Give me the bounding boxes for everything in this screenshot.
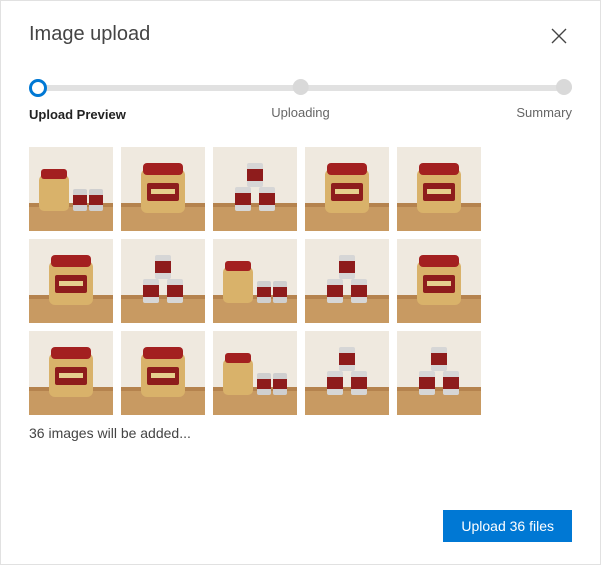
thumbnail[interactable] <box>29 331 113 415</box>
step-dot-active <box>29 79 47 97</box>
progress-stepper: Upload Preview Uploading Summary <box>29 79 572 129</box>
step-dot <box>556 79 572 95</box>
thumbnail[interactable] <box>29 239 113 323</box>
thumbnail[interactable] <box>305 147 389 231</box>
step-label: Summary <box>516 105 572 120</box>
step-dot <box>292 79 308 95</box>
step-uploading: Uploading <box>271 79 330 120</box>
thumbnail[interactable] <box>213 147 297 231</box>
thumbnail[interactable] <box>121 331 205 415</box>
dialog-footer: Upload 36 files <box>29 498 572 542</box>
thumbnail[interactable] <box>397 331 481 415</box>
thumbnail[interactable] <box>397 147 481 231</box>
thumbnail[interactable] <box>305 331 389 415</box>
thumbnail[interactable] <box>305 239 389 323</box>
thumbnail-grid <box>29 147 572 415</box>
upload-button[interactable]: Upload 36 files <box>443 510 572 542</box>
thumbnail[interactable] <box>121 147 205 231</box>
dialog-header: Image upload <box>29 23 572 49</box>
preview-caption: 36 images will be added... <box>29 425 572 441</box>
thumbnail[interactable] <box>213 239 297 323</box>
step-summary: Summary <box>516 79 572 120</box>
step-label: Uploading <box>271 105 330 120</box>
preview-content: 36 images will be added... <box>29 147 572 498</box>
thumbnail[interactable] <box>29 147 113 231</box>
step-label: Upload Preview <box>29 107 126 122</box>
step-upload-preview: Upload Preview <box>29 79 126 122</box>
dialog-title: Image upload <box>29 23 150 46</box>
thumbnail[interactable] <box>121 239 205 323</box>
image-upload-dialog: Image upload Upload Preview Uploading Su… <box>0 0 601 565</box>
close-icon <box>550 27 568 45</box>
thumbnail[interactable] <box>213 331 297 415</box>
close-button[interactable] <box>546 23 572 49</box>
thumbnail[interactable] <box>397 239 481 323</box>
